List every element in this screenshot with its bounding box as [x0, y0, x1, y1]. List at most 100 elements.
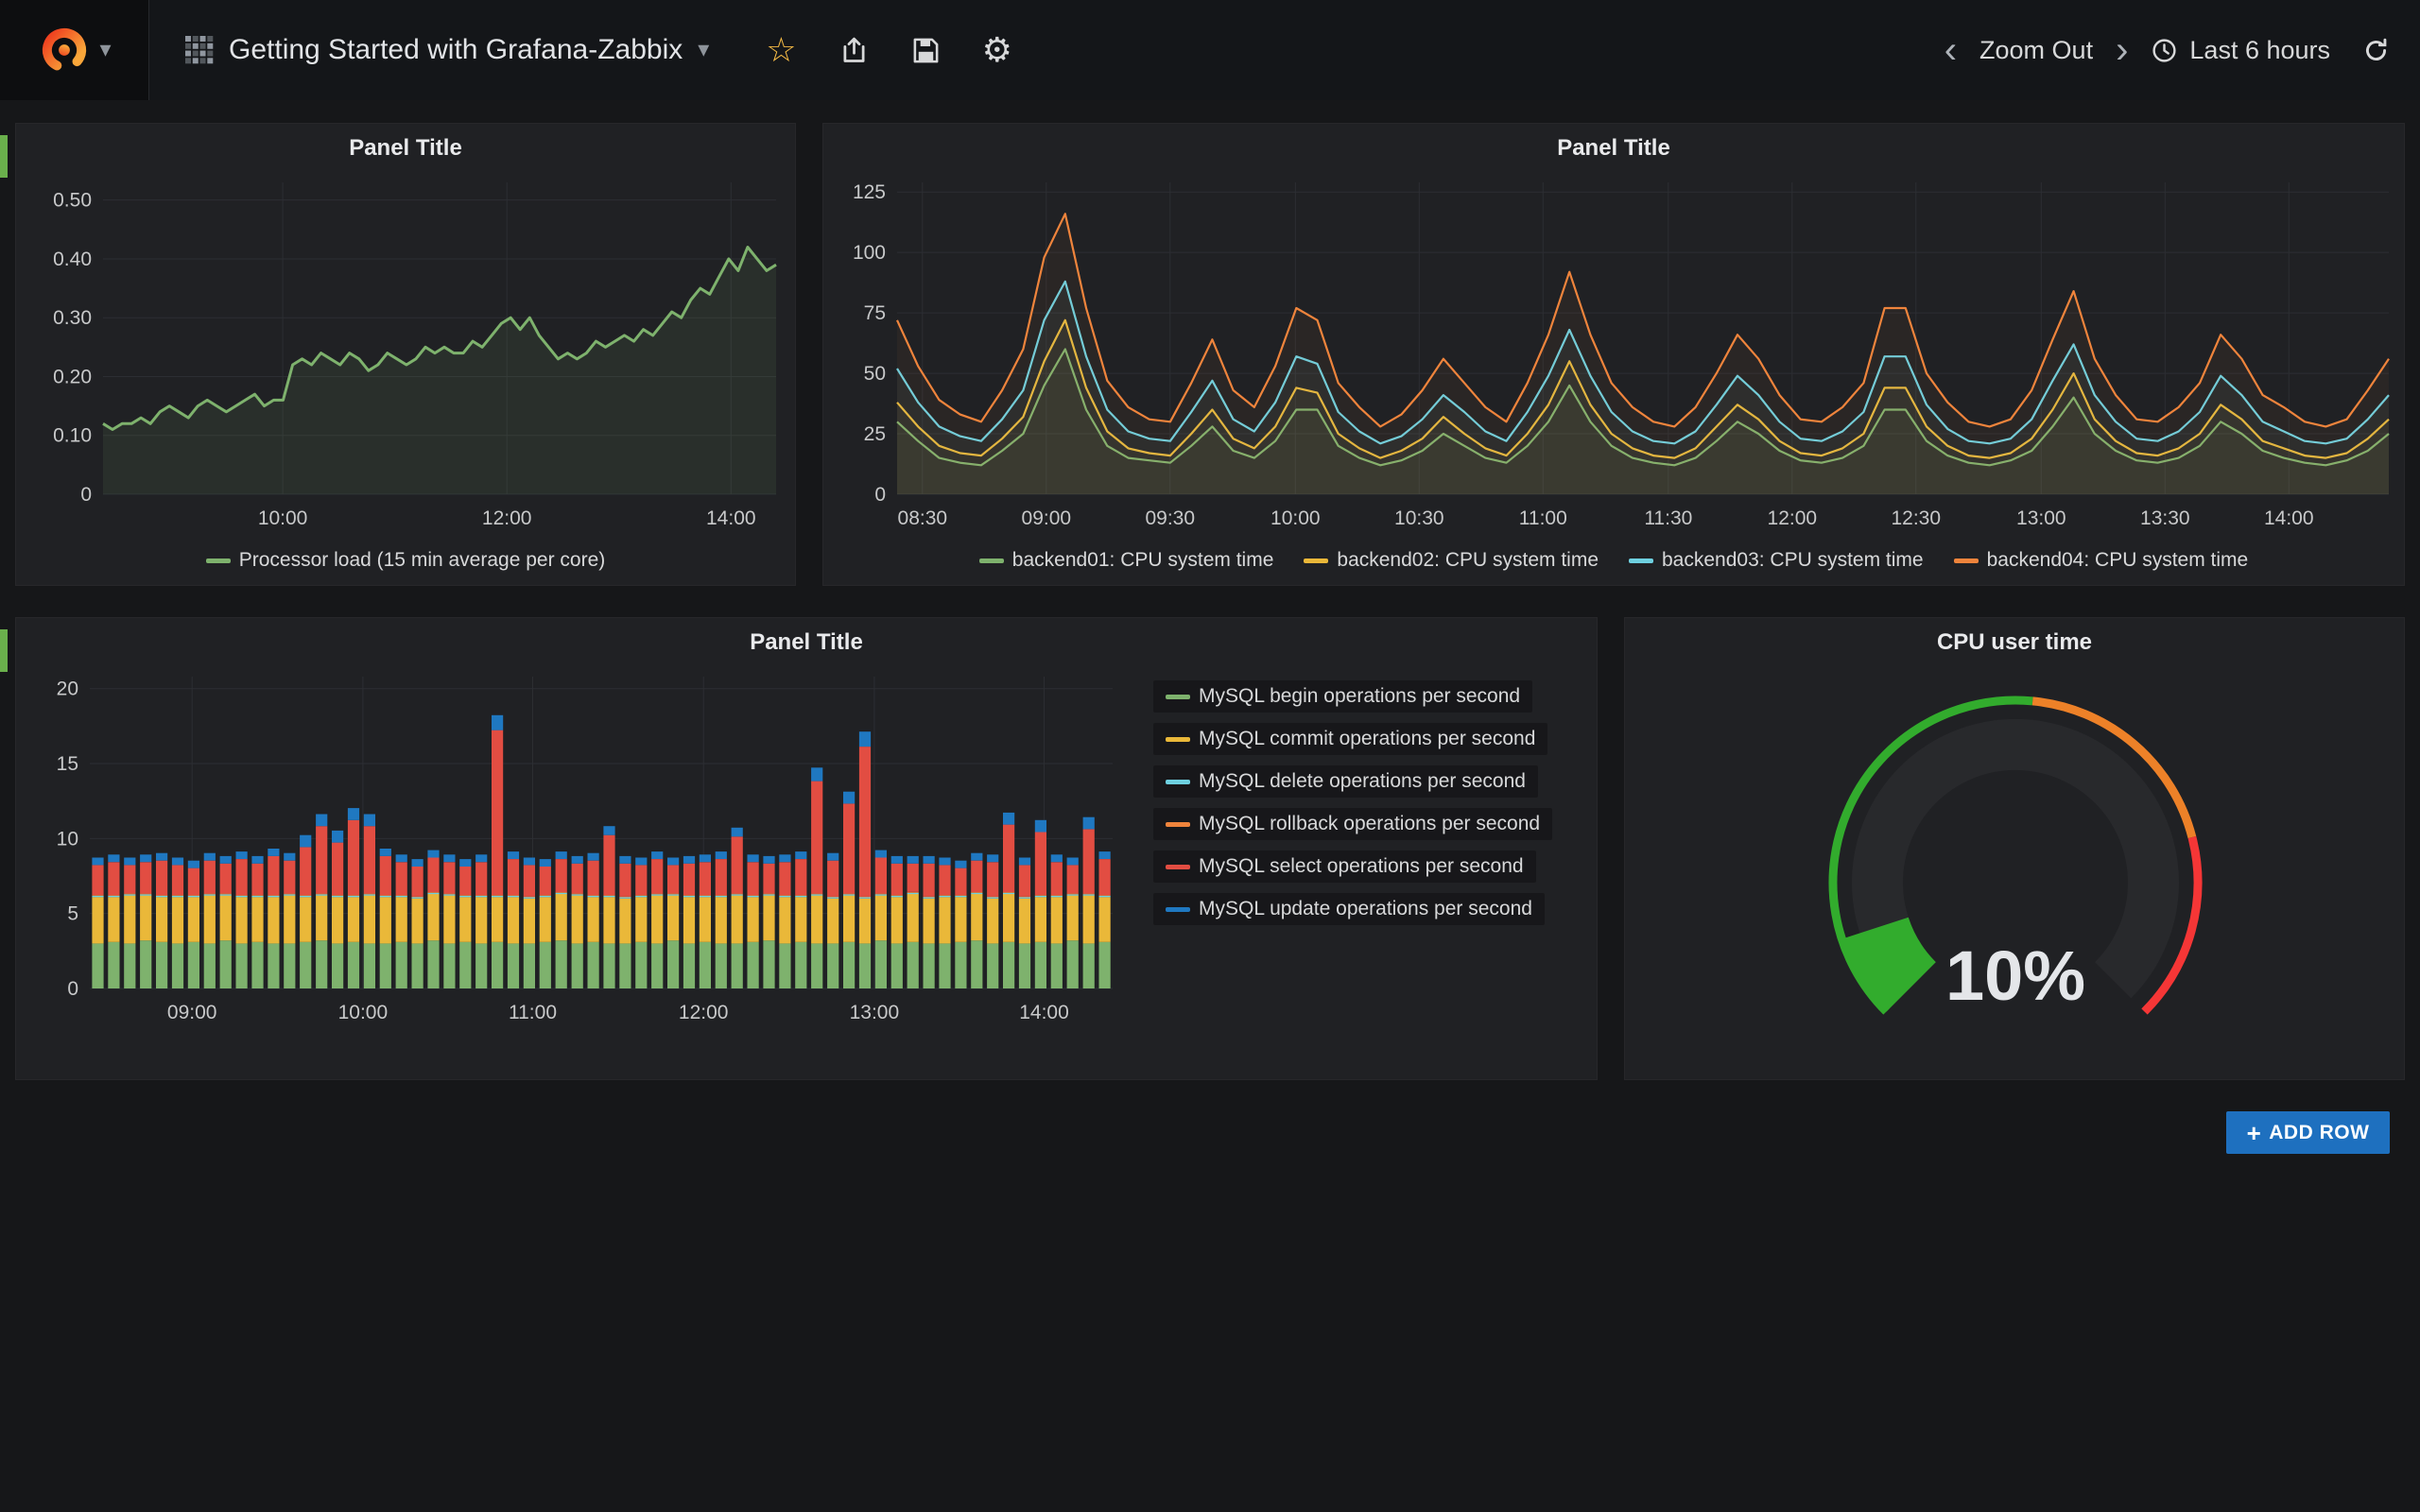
- grafana-logo-icon: [37, 23, 92, 77]
- svg-text:10:00: 10:00: [338, 1002, 389, 1023]
- panel-title[interactable]: Panel Title: [823, 135, 2404, 162]
- legend-color-dash: [1166, 695, 1190, 699]
- time-forward-button[interactable]: ›: [2112, 35, 2132, 65]
- legend-color-dash: [1166, 907, 1190, 912]
- star-button[interactable]: ☆: [766, 33, 796, 67]
- dashboard-picker[interactable]: Getting Started with Grafana-Zabbix ▾: [185, 34, 709, 66]
- svg-text:14:00: 14:00: [2264, 507, 2314, 529]
- svg-text:14:00: 14:00: [706, 507, 756, 529]
- svg-text:11:00: 11:00: [509, 1002, 557, 1023]
- legend-label: backend03: CPU system time: [1662, 549, 1924, 572]
- legend-label: backend04: CPU system time: [1987, 549, 2249, 572]
- legend-label: MySQL begin operations per second: [1199, 685, 1520, 708]
- save-button[interactable]: [911, 36, 941, 65]
- chart-legend: Processor load (15 min average per core): [16, 549, 795, 572]
- legend-label: backend01: CPU system time: [1012, 549, 1274, 572]
- plus-icon: +: [2247, 1121, 2262, 1145]
- svg-text:0: 0: [67, 978, 78, 1000]
- legend-item[interactable]: backend01: CPU system time: [979, 549, 1274, 572]
- legend-label: MySQL select operations per second: [1199, 855, 1524, 878]
- panel-title[interactable]: Panel Title: [16, 135, 795, 162]
- svg-text:5: 5: [67, 903, 78, 925]
- svg-text:13:30: 13:30: [2140, 507, 2190, 529]
- legend-item[interactable]: Processor load (15 min average per core): [206, 549, 606, 572]
- legend-item[interactable]: backend04: CPU system time: [1954, 549, 2249, 572]
- svg-text:12:00: 12:00: [679, 1002, 729, 1023]
- share-icon: [838, 35, 870, 66]
- legend-color-dash: [1166, 737, 1190, 742]
- svg-text:10%: 10%: [1945, 936, 2085, 1015]
- legend-item[interactable]: backend03: CPU system time: [1629, 549, 1924, 572]
- legend-color-dash: [206, 558, 231, 563]
- chart-legend: MySQL begin operations per second MySQL c…: [1153, 680, 1552, 925]
- legend-color-dash: [1304, 558, 1328, 563]
- svg-text:10: 10: [57, 828, 78, 850]
- refresh-button[interactable]: [2362, 37, 2390, 64]
- legend-item[interactable]: MySQL begin operations per second: [1153, 680, 1532, 713]
- dashboard-actions: ☆ ⚙: [766, 33, 1012, 67]
- legend-item[interactable]: MySQL rollback operations per second: [1153, 808, 1552, 840]
- time-range-picker[interactable]: Last 6 hours: [2151, 36, 2330, 65]
- time-controls: ‹ Zoom Out › Last 6 hours: [1941, 35, 2420, 65]
- svg-text:09:00: 09:00: [167, 1002, 217, 1023]
- processor-load-line-chart[interactable]: 10:0012:0014:0000.100.200.300.400.50: [16, 124, 797, 587]
- svg-text:0.30: 0.30: [53, 307, 92, 329]
- panel-title[interactable]: Panel Title: [16, 629, 1597, 656]
- svg-text:10:30: 10:30: [1394, 507, 1444, 529]
- legend-color-dash: [1954, 558, 1979, 563]
- svg-text:0.40: 0.40: [53, 249, 92, 270]
- share-button[interactable]: [838, 35, 870, 66]
- row-toggle-handle[interactable]: [0, 135, 8, 178]
- caret-down-icon: ▾: [698, 39, 709, 61]
- legend-label: MySQL delete operations per second: [1199, 770, 1526, 793]
- legend-item[interactable]: backend02: CPU system time: [1304, 549, 1599, 572]
- legend-color-dash: [1166, 822, 1190, 827]
- svg-text:0.20: 0.20: [53, 366, 92, 387]
- legend-label: MySQL update operations per second: [1199, 898, 1532, 920]
- svg-text:0.50: 0.50: [53, 190, 92, 212]
- svg-text:12:30: 12:30: [1891, 507, 1941, 529]
- dashboard-grid-icon: [185, 36, 214, 64]
- legend-color-dash: [1629, 558, 1653, 563]
- panel-processor-load: Panel Title 10:0012:0014:0000.100.200.30…: [15, 123, 796, 586]
- svg-text:25: 25: [864, 423, 886, 445]
- svg-text:12:00: 12:00: [482, 507, 532, 529]
- svg-text:11:30: 11:30: [1644, 507, 1692, 529]
- svg-text:0.10: 0.10: [53, 425, 92, 447]
- grafana-menu-button[interactable]: ▾: [0, 0, 149, 100]
- clock-icon: [2151, 37, 2178, 64]
- legend-color-dash: [1166, 865, 1190, 869]
- legend-item[interactable]: MySQL select operations per second: [1153, 850, 1536, 883]
- add-row-button[interactable]: + ADD ROW: [2226, 1111, 2390, 1154]
- caret-down-icon: ▾: [99, 39, 111, 61]
- settings-button[interactable]: ⚙: [982, 33, 1012, 67]
- svg-text:0: 0: [874, 484, 886, 506]
- svg-text:10:00: 10:00: [1270, 507, 1321, 529]
- legend-item[interactable]: MySQL delete operations per second: [1153, 765, 1538, 798]
- svg-text:13:00: 13:00: [2016, 507, 2066, 529]
- panel-cpu-user-time: CPU user time 10%: [1624, 617, 2405, 1080]
- cpu-system-time-line-chart[interactable]: 08:3009:0009:3010:0010:3011:0011:3012:00…: [823, 124, 2406, 587]
- time-range-label: Last 6 hours: [2189, 36, 2330, 65]
- svg-text:10:00: 10:00: [258, 507, 308, 529]
- svg-text:20: 20: [57, 679, 78, 700]
- legend-label: MySQL commit operations per second: [1199, 728, 1535, 750]
- time-back-button[interactable]: ‹: [1941, 35, 1961, 65]
- cpu-user-time-gauge[interactable]: 10%: [1625, 618, 2406, 1081]
- svg-text:75: 75: [864, 302, 886, 324]
- panel-mysql-operations: Panel Title 09:0010:0011:0012:0013:0014:…: [15, 617, 1598, 1080]
- legend-label: Processor load (15 min average per core): [239, 549, 606, 572]
- legend-item[interactable]: MySQL commit operations per second: [1153, 723, 1547, 755]
- row-toggle-handle[interactable]: [0, 629, 8, 672]
- legend-item[interactable]: MySQL update operations per second: [1153, 893, 1545, 925]
- zoom-out-button[interactable]: Zoom Out: [1979, 36, 2093, 65]
- panel-title[interactable]: CPU user time: [1625, 629, 2404, 656]
- chart-legend: backend01: CPU system time backend02: CPU…: [823, 549, 2404, 572]
- svg-text:09:30: 09:30: [1145, 507, 1195, 529]
- svg-text:11:00: 11:00: [1519, 507, 1567, 529]
- svg-text:15: 15: [57, 753, 78, 775]
- svg-text:50: 50: [864, 363, 886, 385]
- svg-text:12:00: 12:00: [1768, 507, 1818, 529]
- legend-color-dash: [979, 558, 1004, 563]
- refresh-icon: [2362, 37, 2390, 64]
